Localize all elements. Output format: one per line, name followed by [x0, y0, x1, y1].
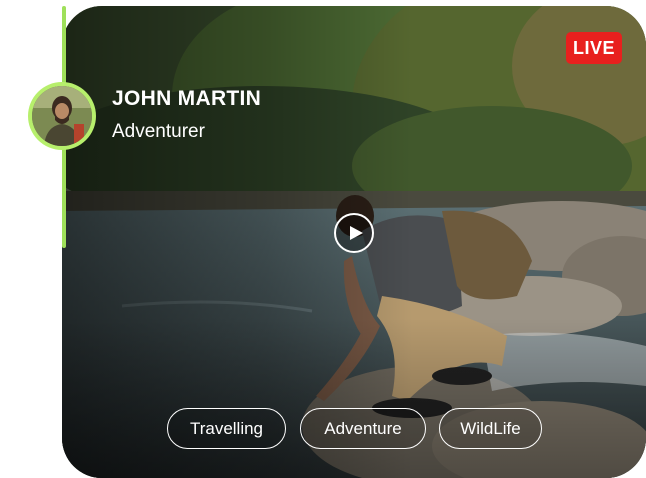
avatar-photo [32, 86, 92, 146]
avatar[interactable] [28, 82, 96, 150]
tag-travelling[interactable]: Travelling [167, 408, 286, 449]
tag-wildlife[interactable]: WildLife [439, 408, 542, 449]
play-icon [349, 226, 363, 240]
live-badge: LIVE [566, 32, 622, 64]
profile-role: Adventurer [112, 121, 205, 142]
profile-name: JOHN MARTIN [112, 87, 262, 110]
tag-adventure[interactable]: Adventure [300, 408, 426, 449]
play-button[interactable] [334, 213, 374, 253]
